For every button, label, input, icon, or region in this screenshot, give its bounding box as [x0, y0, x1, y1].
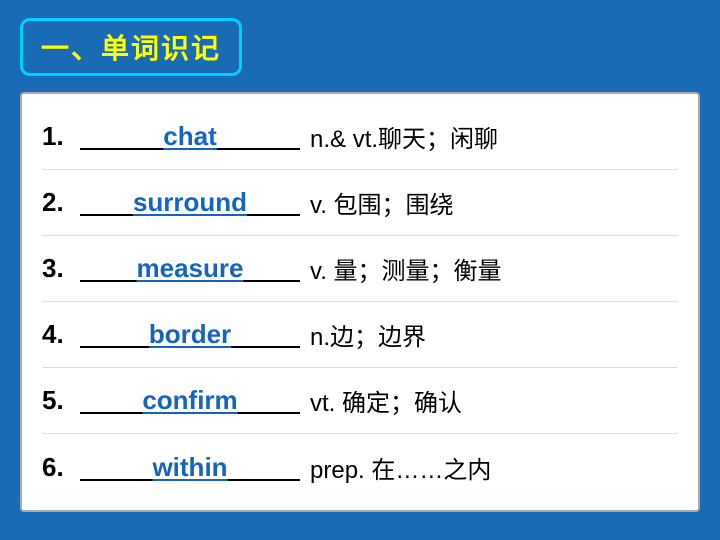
vocab-definition: vt. 确定；确认 — [300, 383, 678, 418]
vocab-word: confirm — [142, 385, 237, 416]
vocab-number: 5. — [42, 385, 80, 416]
word-blank: border — [80, 319, 300, 350]
word-blank: within — [80, 452, 300, 483]
vocab-row: 1. chat n.& vt.聊天；闲聊 — [42, 104, 678, 170]
vocab-row: 2. surround v. 包围；围绕 — [42, 170, 678, 236]
vocab-number: 1. — [42, 121, 80, 152]
vocab-row: 3. measure v. 量；测量；衡量 — [42, 236, 678, 302]
vocab-row: 4. border n.边；边界 — [42, 302, 678, 368]
vocab-definition: n.边；边界 — [300, 317, 678, 352]
word-blank: measure — [80, 253, 300, 284]
vocab-word: within — [152, 452, 227, 483]
vocab-word: border — [149, 319, 231, 350]
vocab-number: 2. — [42, 187, 80, 218]
vocab-definition: v. 量；测量；衡量 — [300, 251, 678, 286]
vocab-word: chat — [163, 121, 216, 152]
vocab-definition: prep. 在……之内 — [300, 450, 678, 485]
section-title-box: 一、单词识记 — [20, 18, 242, 76]
word-blank: surround — [80, 187, 300, 218]
vocab-definition: n.& vt.聊天；闲聊 — [300, 119, 678, 154]
vocab-row: 6. within prep. 在……之内 — [42, 434, 678, 500]
word-blank: chat — [80, 121, 300, 152]
word-blank: confirm — [80, 385, 300, 416]
section-title: 一、单词识记 — [41, 33, 221, 64]
vocab-definition: v. 包围；围绕 — [300, 185, 678, 220]
vocab-word: measure — [137, 253, 244, 284]
vocab-number: 4. — [42, 319, 80, 350]
vocab-row: 5. confirm vt. 确定；确认 — [42, 368, 678, 434]
vocab-word: surround — [133, 187, 247, 218]
vocab-list-container: 1. chat n.& vt.聊天；闲聊 2. surround v. 包围；围… — [20, 92, 700, 512]
vocab-number: 3. — [42, 253, 80, 284]
vocab-number: 6. — [42, 452, 80, 483]
